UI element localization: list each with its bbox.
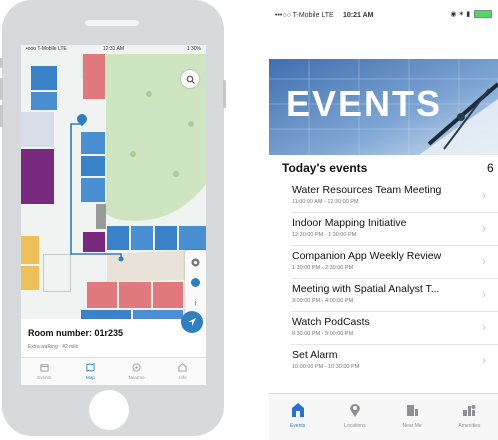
building-icon: [291, 403, 304, 417]
battery-label: 1 30%: [186, 46, 201, 52]
map-toolbar: i: [185, 250, 206, 318]
tab-label: Nearme: [128, 375, 145, 380]
events-banner: EVENTS: [269, 59, 498, 155]
list-item[interactable]: Set Alarm 10:00:00 PM - 10:30:00 PM ›: [291, 345, 498, 377]
nearby-icon: [407, 405, 419, 416]
tab-events[interactable]: Events: [21, 358, 67, 385]
battery-label: ◉ ✶ ▮: [450, 10, 492, 19]
event-title: Water Resources Team Meeting: [292, 184, 442, 196]
search-button[interactable]: [181, 70, 199, 88]
locate-me-button[interactable]: [191, 278, 200, 287]
gear-icon: [191, 258, 200, 267]
amenities-icon: [463, 405, 476, 416]
events-list: Water Resources Team Meeting 11:00:00 AM…: [269, 180, 498, 377]
chevron-right-icon: ›: [482, 221, 486, 235]
room-info-card[interactable]: Room number: 01r235 Extra walking · 42 m…: [21, 311, 206, 357]
room-title: Room number: 01r235: [28, 328, 124, 338]
events-screen: •••○○ T-Mobile LTE 10:21 AM ◉ ✶ ▮ EVENTS: [269, 0, 498, 440]
event-time: 1:30:00 PM - 2:30:00 PM: [292, 265, 354, 271]
speaker: [85, 20, 139, 26]
time-label: 10:21 AM: [343, 12, 374, 19]
route-path: [70, 123, 124, 262]
tab-locations[interactable]: Locations: [326, 394, 383, 440]
tab-near-me[interactable]: Near Me: [384, 394, 441, 440]
chevron-right-icon: ›: [482, 188, 486, 202]
event-title: Meeting with Spatial Analyst T...: [292, 283, 440, 295]
map-pin-icon: [349, 404, 360, 417]
settings-button[interactable]: [190, 255, 201, 267]
event-time: 11:00:00 AM - 12:30:00 PM: [292, 199, 359, 205]
volume-down-button: [0, 105, 3, 127]
banner-title: EVENTS: [286, 83, 443, 124]
list-item[interactable]: Companion App Weekly Review 1:30:00 PM -…: [291, 246, 498, 279]
home-button[interactable]: [89, 390, 129, 430]
tab-label: Locations: [344, 423, 366, 429]
battery-status: ◉ ✶ ▮: [450, 11, 471, 18]
tab-map[interactable]: Map: [67, 358, 113, 385]
event-count: 6: [487, 161, 494, 175]
calendar-icon: [40, 364, 49, 372]
event-title: Set Alarm: [292, 349, 338, 361]
event-time: 12:30:00 PM - 1:30:00 PM: [292, 232, 357, 238]
tab-events[interactable]: Events: [269, 394, 326, 440]
map-tab-bar: Events Map Nearme Info: [21, 357, 206, 385]
map-screen: •ooo T-Mobile LTE 12:31 AM 1 30% i Room …: [21, 45, 206, 385]
navigate-button[interactable]: [181, 311, 203, 333]
power-button: [223, 80, 226, 108]
status-bar: •••○○ T-Mobile LTE 10:21 AM ◉ ✶ ▮: [269, 0, 498, 34]
tab-info[interactable]: Info: [160, 358, 206, 385]
tab-amenities[interactable]: Amenities: [441, 394, 498, 440]
status-bar: •ooo T-Mobile LTE 12:31 AM 1 30%: [21, 45, 206, 54]
battery-icon: [474, 10, 492, 19]
room-subtitle: Extra walking · 42 mile: [28, 344, 79, 350]
events-tab-bar: Events Locations Near Me Amenities: [269, 393, 498, 440]
event-title: Companion App Weekly Review: [292, 250, 442, 262]
building-icon: [178, 363, 187, 372]
map-icon: [86, 363, 95, 372]
tab-label: Amenities: [458, 423, 481, 429]
tab-label: Events: [289, 423, 306, 429]
chevron-right-icon: ›: [482, 254, 486, 268]
list-item[interactable]: Meeting with Spatial Analyst T... 3:00:0…: [291, 279, 498, 312]
tab-label: Events: [37, 375, 51, 380]
time-label: 12:31 AM: [102, 46, 125, 52]
floor-plan-map[interactable]: i: [21, 54, 206, 319]
event-time: 3:00:00 PM - 4:00:00 PM: [292, 298, 354, 304]
tab-label: Near Me: [402, 423, 422, 429]
info-button[interactable]: i: [185, 300, 206, 307]
list-item[interactable]: Indoor Mapping Initiative 12:30:00 PM - …: [291, 213, 498, 246]
tab-label: Map: [85, 375, 95, 380]
tab-nearme[interactable]: Nearme: [114, 358, 160, 385]
event-time: 10:00:00 PM - 10:30:00 PM: [292, 364, 360, 370]
chevron-right-icon: ›: [482, 320, 486, 334]
chevron-right-icon: ›: [482, 353, 486, 367]
event-title: Indoor Mapping Initiative: [292, 217, 407, 229]
list-item[interactable]: Watch PodCasts 8:30:00 PM - 9:00:00 PM ›: [291, 312, 498, 345]
event-time: 8:30:00 PM - 9:00:00 PM: [292, 331, 354, 337]
list-item[interactable]: Water Resources Team Meeting 11:00:00 AM…: [291, 180, 498, 213]
phone-frame: •ooo T-Mobile LTE 12:31 AM 1 30% i Room …: [0, 0, 226, 436]
navigation-arrow-icon: [188, 318, 196, 326]
chevron-right-icon: ›: [482, 287, 486, 301]
event-title: Watch PodCasts: [292, 316, 370, 328]
compass-icon: [132, 363, 141, 372]
search-icon: [186, 75, 195, 84]
section-title: Today's events: [282, 161, 368, 175]
tab-label: Info: [179, 375, 187, 380]
volume-up-button: [0, 78, 3, 100]
section-header: Today's events 6: [269, 156, 498, 180]
carrier-label: •••○○ T-Mobile LTE: [275, 12, 334, 19]
mute-switch: [0, 58, 3, 68]
